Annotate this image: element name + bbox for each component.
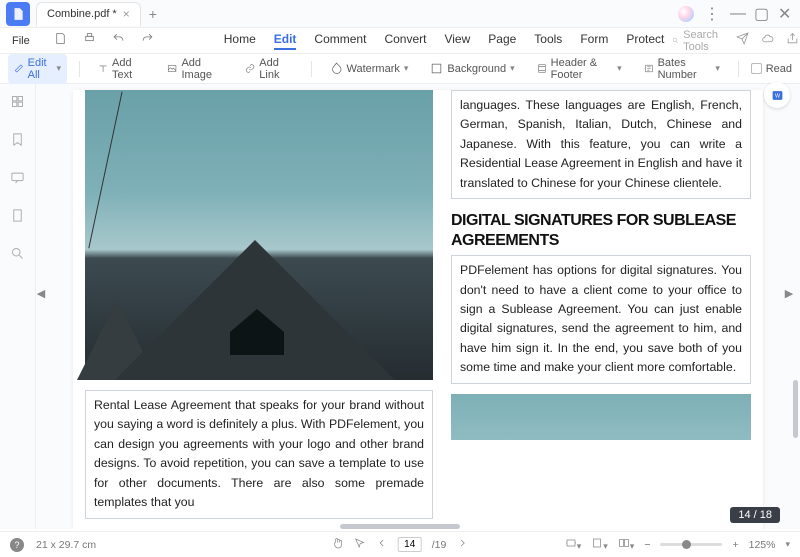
add-link-button[interactable]: Add Link — [239, 54, 299, 84]
next-page-handle[interactable]: ▶ — [784, 280, 794, 306]
convert-word-icon[interactable]: W — [764, 82, 790, 108]
zoom-out-icon[interactable]: − — [644, 539, 650, 551]
vertical-scrollbar[interactable] — [793, 380, 798, 438]
tab-edit[interactable]: Edit — [274, 32, 297, 50]
save-icon[interactable] — [48, 30, 73, 52]
new-tab-button[interactable]: + — [141, 6, 165, 22]
view-mode-icon[interactable]: ▾ — [591, 537, 608, 552]
print-icon[interactable] — [77, 30, 102, 52]
next-page-icon[interactable] — [456, 537, 468, 552]
select-tool-icon[interactable] — [354, 537, 366, 552]
background-button[interactable]: Background▾ — [424, 59, 520, 78]
tab-page[interactable]: Page — [488, 32, 516, 50]
close-window-button[interactable]: ✕ — [778, 4, 792, 24]
tab-view[interactable]: View — [444, 32, 470, 50]
text-block-top-right[interactable]: languages. These languages are English, … — [451, 90, 751, 199]
file-menu[interactable]: File — [6, 35, 36, 47]
attachment-icon[interactable] — [10, 208, 25, 228]
search-panel-icon[interactable] — [10, 246, 25, 266]
tab-home[interactable]: Home — [224, 32, 256, 50]
prev-page-handle[interactable]: ◀ — [36, 280, 46, 306]
page-input[interactable] — [398, 537, 422, 552]
page-size-label: 21 x 29.7 cm — [36, 539, 96, 551]
add-image-button[interactable]: Add Image — [161, 54, 229, 84]
zoom-level[interactable]: 125% — [749, 539, 776, 551]
header-footer-button[interactable]: Header & Footer▾ — [531, 54, 628, 84]
layout-mode-icon[interactable]: ▾ — [618, 537, 635, 552]
tab-tools[interactable]: Tools — [534, 32, 562, 50]
redo-icon[interactable] — [135, 30, 160, 52]
heading-digital-signatures[interactable]: DIGITAL SIGNATURES FOR SUBLEASE AGREEMEN… — [451, 211, 751, 251]
close-tab-icon[interactable]: × — [123, 7, 130, 21]
read-toggle[interactable]: Read — [751, 63, 792, 75]
minimize-button[interactable]: — — [730, 5, 744, 23]
tab-title: Combine.pdf * — [47, 8, 117, 20]
document-tab[interactable]: Combine.pdf * × — [36, 2, 141, 26]
tab-form[interactable]: Form — [580, 32, 608, 50]
document-canvas[interactable]: Rental Lease Agreement that speaks for y… — [36, 84, 800, 529]
app-logo-icon — [6, 2, 30, 26]
add-text-button[interactable]: Add Text — [92, 54, 151, 84]
tab-comment[interactable]: Comment — [314, 32, 366, 50]
svg-text:W: W — [774, 93, 780, 99]
tab-protect[interactable]: Protect — [626, 32, 664, 50]
zoom-in-icon[interactable]: + — [732, 539, 738, 551]
pdf-page: Rental Lease Agreement that speaks for y… — [73, 90, 763, 529]
total-pages-label: /19 — [432, 539, 447, 551]
thumbnails-icon[interactable] — [10, 94, 25, 114]
edit-toolbar: Edit All▾ Add Text Add Image Add Link Wa… — [0, 54, 800, 84]
search-tools[interactable]: Search Tools — [672, 29, 722, 53]
profile-orb-icon[interactable] — [678, 6, 694, 22]
menu-bar: File Home Edit Comment Convert View Page… — [0, 28, 800, 54]
help-icon[interactable]: ? — [10, 538, 24, 552]
send-icon[interactable] — [736, 32, 749, 50]
hand-tool-icon[interactable] — [332, 537, 344, 552]
comment-panel-icon[interactable] — [10, 170, 25, 190]
fit-width-icon[interactable]: ▾ — [565, 537, 582, 552]
edit-all-button[interactable]: Edit All▾ — [8, 54, 67, 84]
bates-number-button[interactable]: Bates Number▾ — [638, 54, 726, 84]
maximize-button[interactable]: ▢ — [754, 4, 768, 24]
page-count-badge: 14 / 18 — [730, 507, 780, 523]
text-block-left[interactable]: Rental Lease Agreement that speaks for y… — [85, 390, 433, 519]
document-image-2[interactable] — [451, 394, 751, 440]
left-sidebar — [0, 84, 36, 529]
cloud-icon[interactable] — [761, 32, 774, 50]
text-block-bottom-right[interactable]: PDFelement has options for digital signa… — [451, 255, 751, 384]
undo-icon[interactable] — [106, 30, 131, 52]
horizontal-scrollbar[interactable] — [340, 524, 460, 529]
prev-page-icon[interactable] — [376, 537, 388, 552]
share-icon[interactable] — [786, 32, 799, 50]
status-bar: ? 21 x 29.7 cm /19 ▾ ▾ ▾ − + 125%▾ — [0, 531, 800, 557]
watermark-button[interactable]: Watermark▾ — [324, 59, 415, 78]
tab-convert[interactable]: Convert — [384, 32, 426, 50]
bookmark-icon[interactable] — [10, 132, 25, 152]
title-bar: Combine.pdf * × + ⋮ — ▢ ✕ — [0, 0, 800, 28]
document-image[interactable] — [85, 90, 433, 380]
zoom-slider[interactable] — [660, 543, 722, 546]
kebab-icon[interactable]: ⋮ — [704, 4, 720, 24]
